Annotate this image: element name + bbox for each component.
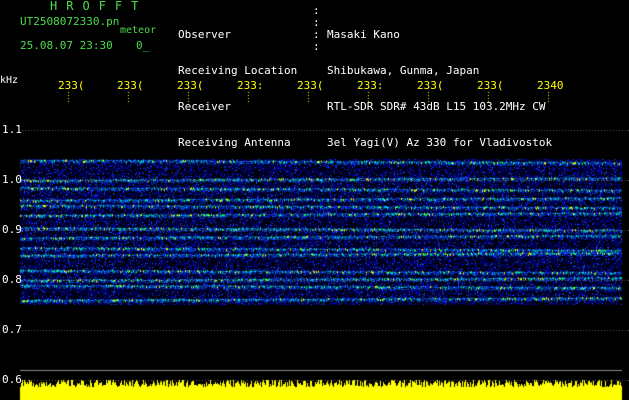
x-tick: 233( [58,79,85,92]
x-tick: 2340 [537,79,564,92]
x-tick: 233( [297,79,324,92]
y-tick: 0.6 [2,373,22,386]
header-separators: :::: [313,4,320,53]
value-antenna: 3el Yagi(V) Az 330 for Vladivostok [327,136,553,149]
label-observer: Observer [178,28,231,41]
y-tick: 1.0 [2,173,22,186]
value-location: Shibukawa, Gunma, Japan [327,64,480,77]
x-tick: 233: [357,79,384,92]
x-tick: 233( [417,79,444,92]
label-location: Receiving Location [178,64,298,77]
file-name: UT2508072330.pn [20,15,120,28]
value-receiver: RTL-SDR SDR# 43dB L15 103.2MHz CW [327,100,546,113]
x-tick: 233( [477,79,504,92]
y-tick: 0.8 [2,273,22,286]
x-tick: 233( [117,79,144,92]
y-tick: 1.1 [2,123,22,136]
x-tick: 233( [177,79,204,92]
label-antenna: Receiving Antenna [178,136,291,149]
x-tick: 233: [237,79,264,92]
y-axis-label: kHz [0,75,19,86]
y-tick: 0.7 [2,323,22,336]
label-receiver: Receiver [178,100,231,113]
date-time: 25.08.07 23:30 [20,39,113,52]
mode-label: meteor [120,25,157,36]
y-tick: 0.9 [2,223,22,236]
meteor-count: 0_ [136,39,150,52]
value-observer: Masaki Kano [327,28,400,41]
hrofft-logo: HROFFT [50,0,148,13]
